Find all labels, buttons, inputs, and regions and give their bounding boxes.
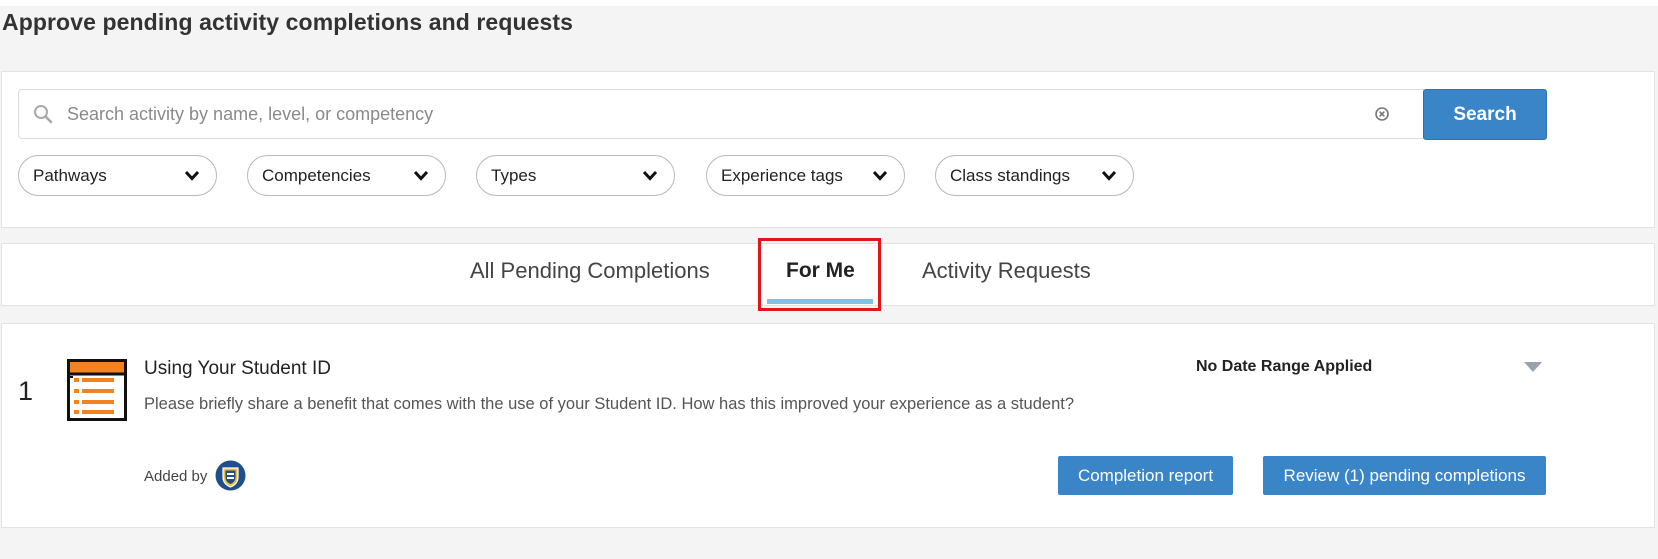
- added-by-label: Added by: [144, 468, 208, 485]
- chevron-down-icon: [184, 170, 200, 181]
- caret-down-icon[interactable]: [1524, 362, 1542, 373]
- completion-report-button[interactable]: Completion report: [1058, 456, 1233, 495]
- dropdown-label: Competencies: [262, 165, 371, 185]
- activity-card: [1, 323, 1655, 528]
- competencies-dropdown[interactable]: Competencies: [247, 155, 446, 196]
- dropdown-label: Experience tags: [721, 165, 843, 185]
- review-pending-completions-button[interactable]: Review (1) pending completions: [1263, 456, 1546, 495]
- page-title: Approve pending activity completions and…: [2, 9, 574, 35]
- chevron-down-icon: [1101, 170, 1117, 181]
- avatar[interactable]: [215, 460, 246, 491]
- pathways-dropdown[interactable]: Pathways: [18, 155, 217, 196]
- chevron-down-icon: [413, 170, 429, 181]
- chevron-down-icon: [872, 170, 888, 181]
- types-dropdown[interactable]: Types: [476, 155, 675, 196]
- class-standings-dropdown[interactable]: Class standings: [935, 155, 1134, 196]
- search-button[interactable]: Search: [1423, 89, 1547, 140]
- experience-tags-dropdown[interactable]: Experience tags: [706, 155, 905, 196]
- activity-description: Please briefly share a benefit that come…: [144, 395, 1075, 413]
- dropdown-label: Pathways: [33, 165, 107, 185]
- tab-all-pending-completions[interactable]: All Pending Completions: [470, 258, 710, 284]
- highlight-annotation-box: [758, 238, 881, 311]
- list-document-icon: [67, 359, 127, 421]
- clear-search-icon[interactable]: [1375, 107, 1389, 121]
- search-input[interactable]: [67, 90, 1357, 138]
- search-icon: [34, 105, 53, 124]
- chevron-down-icon: [642, 170, 658, 181]
- dropdown-label: Types: [491, 165, 537, 185]
- activity-title[interactable]: Using Your Student ID: [144, 358, 331, 380]
- date-range-label: No Date Range Applied: [1196, 358, 1373, 375]
- activity-number: 1: [18, 376, 34, 406]
- search-box[interactable]: [18, 89, 1424, 139]
- tab-activity-requests[interactable]: Activity Requests: [922, 258, 1091, 284]
- dropdown-label: Class standings: [950, 165, 1071, 185]
